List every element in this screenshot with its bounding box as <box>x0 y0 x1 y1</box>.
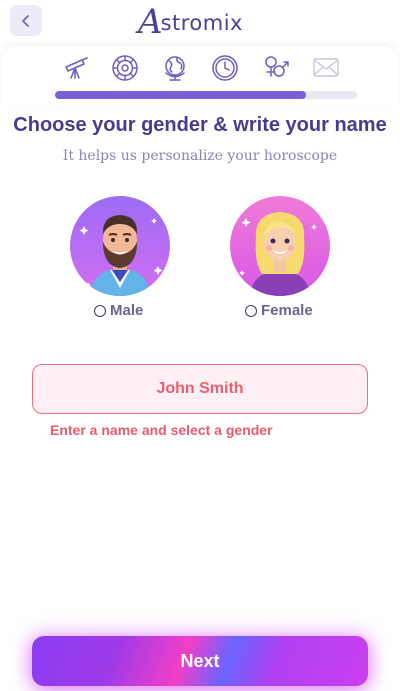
progress-fill <box>55 91 306 99</box>
back-button[interactable] <box>10 5 42 36</box>
telescope-icon <box>65 57 88 79</box>
female-avatar[interactable] <box>230 196 330 296</box>
error-message: Enter a name and select a gender <box>50 422 273 438</box>
clock-icon <box>212 55 238 81</box>
steps-card <box>2 46 398 106</box>
male-radio[interactable] <box>94 304 106 317</box>
male-avatar[interactable] <box>70 196 170 296</box>
app-logo: A stromix <box>138 2 243 40</box>
male-option[interactable]: Male <box>94 302 143 319</box>
logo-text: stromix <box>160 11 243 35</box>
globe-icon <box>165 56 185 81</box>
chevron-left-icon <box>22 14 29 27</box>
male-label: Male <box>110 302 144 319</box>
progress-bar <box>55 91 357 99</box>
female-radio[interactable] <box>245 304 257 317</box>
name-input[interactable] <box>32 364 368 414</box>
female-option[interactable]: Female <box>245 302 313 319</box>
envelope-icon <box>313 58 339 77</box>
zodiac-wheel-icon <box>112 55 138 81</box>
header: A stromix <box>0 0 400 44</box>
page-title: Choose your gender & write your name <box>13 114 387 136</box>
gender-icon <box>265 56 289 77</box>
logo-initial: A <box>138 2 163 42</box>
female-label: Female <box>261 302 313 319</box>
page-subtitle: It helps us personalize your horoscope <box>62 148 338 164</box>
next-button[interactable]: Next <box>32 636 368 686</box>
